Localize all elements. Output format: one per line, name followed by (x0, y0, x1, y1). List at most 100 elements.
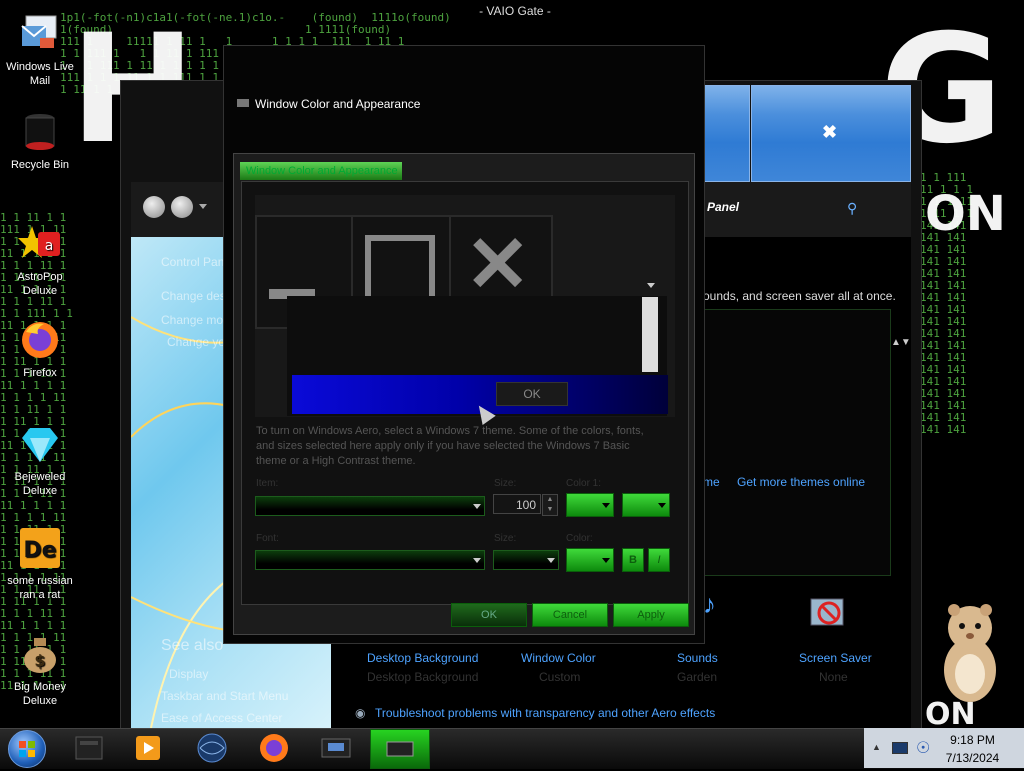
clock-time[interactable]: 9:18 PM (945, 733, 1000, 747)
desktop-icon-bejeweled[interactable]: Bejeweled Deluxe (0, 422, 80, 498)
troubleshoot-link[interactable]: Troubleshoot problems with transparency … (375, 706, 715, 720)
size-spinner[interactable]: ▲ ▼ (542, 494, 558, 516)
control-panel-icon (321, 738, 351, 758)
chevron-down-icon[interactable] (647, 283, 655, 288)
tab-window-color[interactable]: Window Color and Appearance (240, 162, 402, 180)
get-more-themes-link[interactable]: Get more themes online (737, 475, 865, 489)
preview-ok-button: OK (496, 382, 568, 406)
intro-text: ounds, and screen saver all at once. (703, 289, 896, 303)
chevron-down-icon (602, 503, 610, 508)
taskbar-media-player[interactable] (122, 731, 174, 765)
chevron-down-icon (473, 558, 481, 563)
back-arrow-icon[interactable] (143, 196, 165, 218)
italic-button[interactable]: I (648, 548, 670, 572)
maximize-icon (365, 235, 435, 305)
scroll-arrow-icon[interactable]: ▲▼ (891, 337, 911, 348)
hamster-mascot (936, 598, 1006, 708)
apply-button[interactable]: Apply (613, 603, 689, 627)
taskbar-firefox[interactable] (248, 731, 300, 765)
taskbar-globe[interactable] (186, 731, 238, 765)
font-color-button[interactable] (566, 548, 614, 572)
screen-saver-sub: None (819, 670, 848, 684)
color1-button[interactable] (566, 493, 614, 517)
desktop-icon-recycle-bin[interactable]: Recycle Bin (0, 110, 80, 172)
start-button[interactable] (8, 730, 46, 768)
dialog-title: Window Color and Appearance (255, 97, 421, 111)
bold-button[interactable]: B (622, 548, 644, 572)
firefox-icon (260, 734, 288, 762)
font-select[interactable] (255, 550, 485, 570)
desktop-icon-windows-live-mail[interactable]: Windows Live Mail (0, 12, 80, 88)
desktop-icon-firefox[interactable]: Firefox (0, 318, 80, 380)
desktop-icon-label: Recycle Bin (10, 159, 70, 171)
theme-link[interactable]: me (703, 475, 720, 489)
screen-saver-icon[interactable] (809, 595, 849, 635)
svg-text:De: De (23, 538, 56, 563)
globe-icon (197, 733, 227, 763)
ok-button[interactable]: OK (451, 603, 527, 627)
desktop-icon-astropop[interactable]: a AstroPop Deluxe (0, 222, 80, 298)
mail-icon (18, 12, 62, 56)
taskbar-vaio-gate[interactable] (370, 729, 430, 769)
media-player-icon (136, 736, 160, 760)
desktop-icon-label: Windows Live Mail (6, 61, 74, 87)
font-size-select[interactable] (493, 550, 559, 570)
size-input[interactable]: 100 (493, 494, 541, 514)
font-size-label: Size: (494, 533, 517, 544)
item-select[interactable] (255, 496, 485, 516)
recycle-bin-icon (18, 110, 62, 154)
desktop-icon-label: Big Money Deluxe (14, 681, 66, 707)
forward-arrow-icon[interactable] (171, 196, 193, 218)
scrollbar-preview (642, 297, 658, 372)
money-bag-icon: $ (18, 632, 62, 676)
taskbar-explorer[interactable] (64, 731, 116, 765)
item-label: Item: (256, 478, 279, 489)
desktop-background-sub: Desktop Background (367, 670, 479, 684)
close-icon: ✕ (465, 220, 531, 308)
desktop-background-link[interactable]: Desktop Background (367, 651, 478, 665)
size-label: Size: (494, 478, 517, 489)
font-label: Font: (256, 533, 279, 544)
svg-text:$: $ (34, 651, 45, 670)
desktop-icon-label: Bejeweled Deluxe (14, 471, 66, 497)
desktop-caption: - VAIO Gate - (479, 4, 551, 18)
close-icon: ✖ (822, 122, 838, 142)
explorer-icon (75, 736, 103, 760)
volume-icon[interactable]: ☉ (916, 738, 930, 758)
chevron-down-icon[interactable] (199, 204, 207, 209)
see-also-link[interactable]: Display (169, 667, 208, 681)
chevron-down-icon (547, 558, 555, 563)
chevron-down-icon (658, 503, 666, 508)
window-preview-thumbnail: ✖ (751, 85, 911, 182)
color1-label: Color 1: (566, 478, 602, 489)
window-color-sub: Custom (539, 670, 581, 684)
theme-list[interactable] (703, 309, 891, 576)
background-letter: ON (925, 186, 1006, 242)
taskbar-control-panel[interactable] (310, 731, 362, 765)
clock-date[interactable]: 7/13/2024 (940, 751, 1005, 765)
chevron-down-icon (473, 504, 481, 509)
screen-saver-link[interactable]: Screen Saver (799, 651, 872, 665)
window-color-link[interactable]: Window Color (521, 651, 596, 665)
desktop-icon-russian-rat[interactable]: De some russian ran a rat (0, 526, 80, 602)
search-icon[interactable]: ⚲ (847, 200, 857, 217)
cancel-button[interactable]: Cancel (532, 603, 608, 627)
description-text: To turn on Windows Aero, select a Window… (256, 425, 644, 467)
window-icon (237, 99, 249, 107)
see-also-link[interactable]: Ease of Access Center (161, 711, 282, 725)
font-color-label: Color: (566, 533, 593, 544)
show-hidden-icons-icon[interactable]: ▲ (872, 742, 881, 752)
firefox-icon (18, 318, 62, 362)
sounds-sub: Garden (677, 670, 718, 684)
color2-button[interactable] (622, 493, 670, 517)
see-also-link[interactable]: Taskbar and Start Menu (161, 689, 288, 703)
chevron-down-icon (602, 558, 610, 563)
desktop-icon-label: AstroPop Deluxe (17, 271, 63, 297)
network-icon[interactable] (892, 742, 908, 754)
bejeweled-icon (18, 422, 62, 466)
sounds-link[interactable]: Sounds (677, 651, 718, 665)
desktop-icon-label: Firefox (23, 367, 57, 379)
windows-logo-icon (19, 741, 35, 757)
see-also-title: See also (161, 637, 224, 654)
desktop-icon-big-money[interactable]: $ Big Money Deluxe (0, 632, 80, 708)
